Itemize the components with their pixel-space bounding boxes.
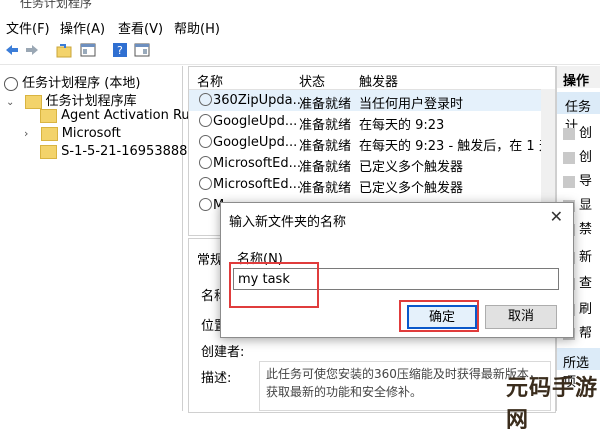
svg-text:?: ? xyxy=(117,44,123,57)
task-clock-icon xyxy=(199,135,212,148)
action-item[interactable]: 导 xyxy=(563,170,592,189)
action-icon xyxy=(563,175,575,188)
task-trigger: 当任何用户登录时 xyxy=(359,97,464,112)
menu-file[interactable]: 文件(F) xyxy=(6,18,50,37)
task-trigger: 在每天的 9:23 - 触发后，在 1 天 xyxy=(359,139,552,154)
clock-icon xyxy=(4,76,18,91)
table-row[interactable]: GoogleUpd... 准备就绪 在每天的 9:23 - 触发后，在 1 天 xyxy=(189,132,555,154)
action-label: 刷 xyxy=(579,302,593,317)
task-status: 准备就绪 xyxy=(299,139,352,154)
action-icon xyxy=(563,151,575,164)
action-label: 查 xyxy=(579,276,593,291)
table-row[interactable]: MicrosoftEd... 准备就绪 已定义多个触发器 xyxy=(189,153,555,175)
tree-item-agent-activation[interactable]: Agent Activation Run xyxy=(40,108,198,128)
task-status: 准备就绪 xyxy=(299,160,352,175)
cancel-button[interactable]: 取消 xyxy=(485,305,557,329)
highlight-box-ok xyxy=(399,300,479,332)
task-name: MicrosoftEd... xyxy=(213,156,302,171)
action-icon xyxy=(563,127,575,140)
menu-view[interactable]: 查看(V) xyxy=(118,18,163,37)
action-label: 导 xyxy=(579,174,593,189)
task-trigger: 已定义多个触发器 xyxy=(359,160,464,175)
actions-header: 操作 xyxy=(557,66,600,89)
tree-library[interactable]: ⌄ 任务计划程序库 xyxy=(6,90,137,110)
task-status: 准备就绪 xyxy=(299,118,352,133)
close-icon[interactable]: ✕ xyxy=(550,207,563,226)
title-bar: 任务计划程序 xyxy=(0,0,600,12)
forward-arrow-icon[interactable] xyxy=(24,42,40,58)
chevron-right-icon[interactable]: › xyxy=(24,127,28,140)
help-icon[interactable]: ? xyxy=(112,42,128,58)
action-label: 帮 xyxy=(579,326,593,341)
action-item[interactable]: 创 xyxy=(563,122,592,141)
task-clock-icon xyxy=(199,93,212,106)
action-label: 新 xyxy=(579,250,593,265)
column-header-status[interactable]: 状态 xyxy=(299,71,325,90)
task-clock-icon xyxy=(199,198,212,211)
tree-item-label: Microsoft xyxy=(61,126,121,141)
task-name: GoogleUpd... xyxy=(213,114,298,129)
action-label: 显 xyxy=(579,198,593,213)
menu-help[interactable]: 帮助(H) xyxy=(174,18,220,37)
column-header-trigger[interactable]: 触发器 xyxy=(359,71,398,90)
action-label: 创 xyxy=(579,126,593,141)
folder-icon xyxy=(24,94,42,109)
detail-description-label: 描述: xyxy=(201,371,232,386)
tree-root-label: 任务计划程序 (本地) xyxy=(22,76,141,91)
column-header-name[interactable]: 名称 xyxy=(197,71,223,90)
menu-bar: 文件(F) 操作(A) 查看(V) 帮助(H) xyxy=(0,14,600,37)
task-name: MicrosoftEd... xyxy=(213,177,302,192)
actions-header-label: 操作 xyxy=(563,74,590,89)
table-row[interactable]: GoogleUpd... 准备就绪 在每天的 9:23 xyxy=(189,111,555,133)
selected-item-header[interactable]: 所选项 xyxy=(557,348,600,390)
action-label: 创 xyxy=(579,150,593,165)
menu-action[interactable]: 操作(A) xyxy=(60,18,105,37)
task-clock-icon xyxy=(199,114,212,127)
tree-item-microsoft[interactable]: › Microsoft xyxy=(24,126,121,146)
task-trigger: 已定义多个触发器 xyxy=(359,181,464,196)
action-label: 禁 xyxy=(579,222,593,237)
tree-root[interactable]: 任务计划程序 (本地) xyxy=(4,72,140,92)
detail-author-label: 创建者: xyxy=(201,345,245,360)
folder-icon xyxy=(40,144,57,159)
action-item[interactable]: 创 xyxy=(563,146,592,165)
task-name: GoogleUpd... xyxy=(213,135,298,150)
table-row[interactable]: 360ZipUpda... 准备就绪 当任何用户登录时 xyxy=(189,90,555,112)
back-arrow-icon[interactable] xyxy=(4,42,20,58)
show-hide-console-tree-icon[interactable] xyxy=(80,42,96,58)
task-trigger: 在每天的 9:23 xyxy=(359,118,445,133)
dialog-title: 输入新文件夹的名称 xyxy=(229,215,347,230)
up-folder-icon[interactable] xyxy=(56,42,72,58)
folder-icon xyxy=(40,126,58,141)
actions-subheader[interactable]: 任务计 xyxy=(557,92,600,134)
toolbar: ? xyxy=(0,38,600,65)
tree-item-sid[interactable]: S-1-5-21-1695388885 xyxy=(40,144,204,164)
task-list-header: 名称 状态 触发器 xyxy=(189,67,555,90)
chevron-down-icon[interactable]: ⌄ xyxy=(6,97,14,108)
task-clock-icon xyxy=(199,156,212,169)
tree-library-label: 任务计划程序库 xyxy=(45,94,137,109)
watermark: 元码手游网 xyxy=(506,376,599,433)
task-status: 准备就绪 xyxy=(299,97,352,112)
folder-icon xyxy=(40,108,57,123)
show-hide-action-pane-icon[interactable] xyxy=(134,42,150,58)
tree-item-label: Agent Activation Run xyxy=(61,108,198,123)
task-clock-icon xyxy=(199,177,212,190)
table-row[interactable]: MicrosoftEd... 准备就绪 已定义多个触发器 xyxy=(189,174,555,196)
highlight-box-name xyxy=(229,262,319,308)
task-name: 360ZipUpda... xyxy=(213,93,305,108)
tree-item-label: S-1-5-21-1695388885 xyxy=(61,144,204,159)
console-tree: 任务计划程序 (本地) ⌄ 任务计划程序库 Agent Activation R… xyxy=(0,66,204,411)
window-title: 任务计划程序 xyxy=(20,0,93,10)
task-status: 准备就绪 xyxy=(299,181,352,196)
